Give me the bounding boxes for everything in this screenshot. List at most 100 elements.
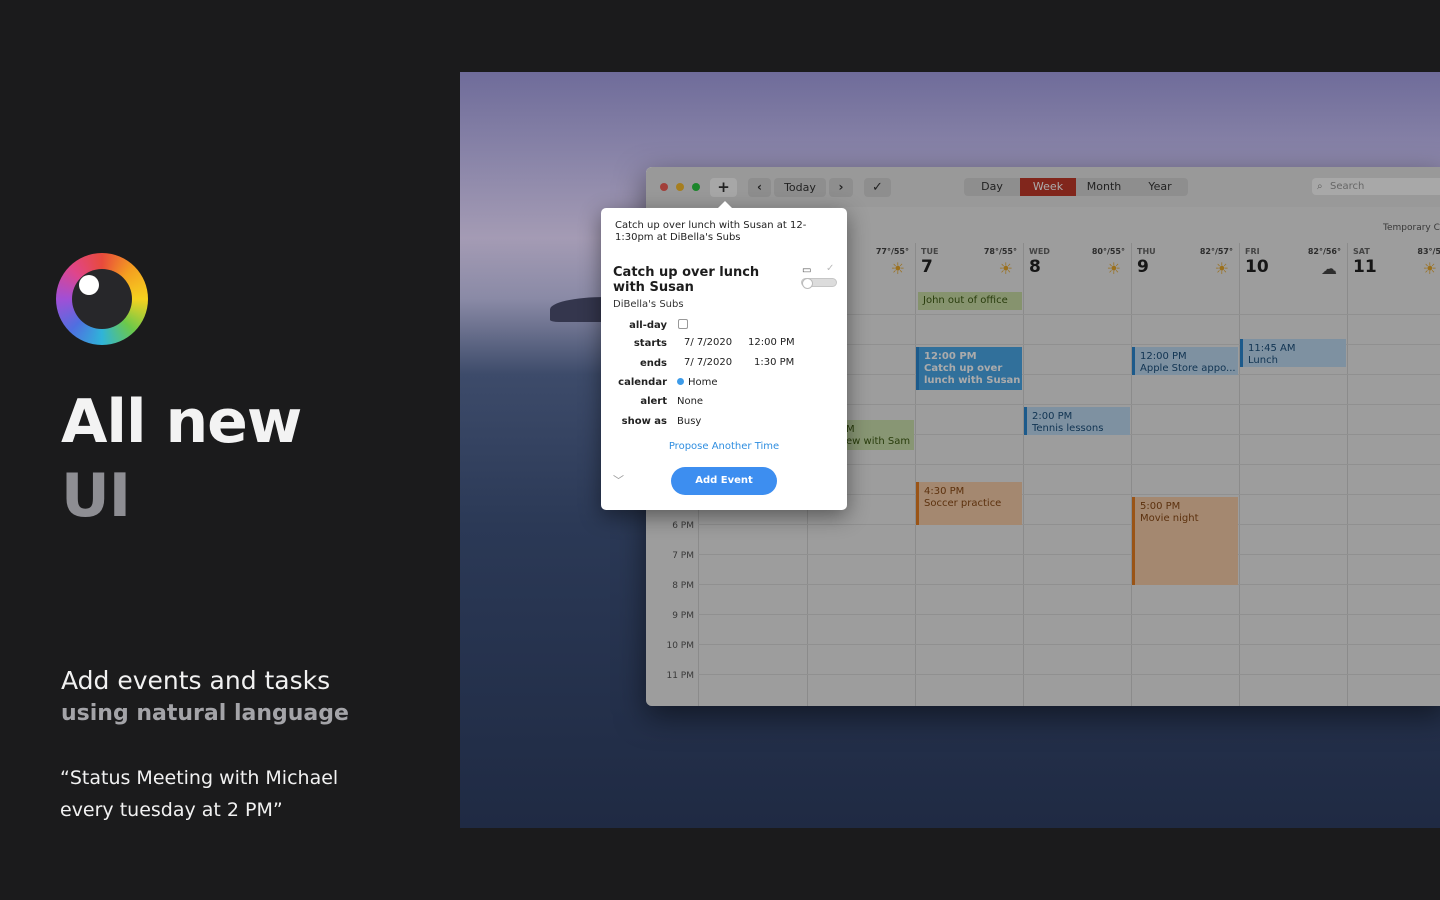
sun-icon: ☀ <box>998 259 1013 278</box>
column-divider <box>915 243 916 706</box>
event-title-cont: lunch with Susan <box>924 375 1021 386</box>
example-quote: “Status Meeting with Michael every tuesd… <box>60 762 430 826</box>
day-number: 7 <box>921 257 933 277</box>
day-number: 8 <box>1029 257 1041 277</box>
toolbar: + ‹ Today › ✓ Day Week Month Year ⌕ Sear… <box>646 167 1440 207</box>
view-month-tab[interactable]: Month <box>1076 178 1132 196</box>
event-tennis[interactable]: 2:00 PM Tennis lessons <box>1024 407 1130 435</box>
event-title-field[interactable]: Catch up over lunch with Susan <box>613 265 763 295</box>
event-title: Movie night <box>1140 513 1199 524</box>
event-time: 11:45 AM <box>1248 343 1296 354</box>
headline-line2: UI <box>61 461 131 531</box>
propose-another-time-link[interactable]: Propose Another Time <box>601 441 847 452</box>
day-name: THU <box>1137 247 1156 256</box>
quote-line1: “Status Meeting with Michael <box>60 767 339 789</box>
headline-line1: All new <box>61 387 302 457</box>
calendar-value: Home <box>688 377 718 388</box>
desktop-screenshot: + ‹ Today › ✓ Day Week Month Year ⌕ Sear… <box>460 72 1440 828</box>
headline: All new UI <box>61 385 302 533</box>
day-name: SAT <box>1353 247 1370 256</box>
day-temperature: 82°/57° <box>1199 247 1233 256</box>
zoom-window-button[interactable] <box>692 183 700 191</box>
sun-icon: ☀ <box>1422 259 1437 278</box>
day-header-fri[interactable]: FRI 10 82°/56° ☁ <box>1239 243 1347 291</box>
search-input[interactable]: ⌕ Search <box>1312 178 1440 195</box>
ends-time-field[interactable]: 1:30 PM <box>754 357 794 368</box>
previous-week-button[interactable]: ‹ <box>748 178 771 197</box>
temporary-calendar-label: Temporary Ca <box>1383 223 1440 233</box>
quote-line2: every tuesday at 2 PM” <box>60 799 283 821</box>
event-time: 4:30 PM <box>924 486 965 497</box>
add-event-submit-button[interactable]: Add Event <box>671 467 777 495</box>
close-window-button[interactable] <box>660 183 668 191</box>
calendar-color-dot <box>677 378 684 385</box>
ends-date-field[interactable]: 7/ 7/2020 <box>684 357 732 368</box>
time-label-9pm: 9 PM <box>672 611 694 621</box>
event-time: 5:00 PM <box>1140 501 1181 512</box>
alert-label: alert <box>640 396 667 407</box>
next-week-button[interactable]: › <box>829 178 853 197</box>
view-year-tab[interactable]: Year <box>1132 178 1188 196</box>
day-header-sat[interactable]: SAT 11 83°/5 ☀ <box>1347 243 1440 291</box>
event-soccer[interactable]: 4:30 PM Soccer practice <box>916 482 1022 525</box>
chevron-down-icon[interactable]: ﹀ <box>613 472 624 488</box>
today-button[interactable]: Today <box>774 178 826 197</box>
starts-label: starts <box>633 338 667 349</box>
day-name: WED <box>1029 247 1050 256</box>
event-apple-store[interactable]: 12:00 PM Apple Store appo... <box>1132 347 1238 375</box>
event-location-field[interactable]: DiBella's Subs <box>613 299 684 310</box>
logo-highlight <box>79 275 99 295</box>
subtitle-line1: Add events and tasks <box>61 666 331 695</box>
event-title: Lunch <box>1248 355 1278 366</box>
event-lunch[interactable]: 11:45 AM Lunch <box>1240 339 1346 367</box>
event-time: 2:00 PM <box>1032 411 1073 422</box>
event-title: Apple Store appo... <box>1140 363 1236 374</box>
calendar-label: calendar <box>618 377 667 388</box>
sun-icon: ☀ <box>890 259 905 278</box>
allday-event-john[interactable]: John out of office <box>918 292 1022 310</box>
day-temperature: 83°/5 <box>1417 247 1440 256</box>
column-divider <box>1347 243 1348 706</box>
event-lunch-susan[interactable]: 12:00 PM Catch up over lunch with Susan <box>916 347 1022 390</box>
starts-time-field[interactable]: 12:00 PM <box>748 337 795 348</box>
alert-select[interactable]: None <box>677 396 703 407</box>
column-divider <box>1239 243 1240 706</box>
calendar-icon[interactable]: ▭ <box>802 265 811 276</box>
event-title: Soccer practice <box>924 498 1002 509</box>
day-temperature: 78°/55° <box>983 247 1017 256</box>
hour-line <box>698 584 1440 585</box>
natural-language-input[interactable]: Catch up over lunch with Susan at 12-1:3… <box>615 220 837 244</box>
time-label-7pm: 7 PM <box>672 551 694 561</box>
event-movie-night[interactable]: 5:00 PM Movie night <box>1132 497 1238 585</box>
starts-date-field[interactable]: 7/ 7/2020 <box>684 337 732 348</box>
event-interview-sam[interactable]: M ew with Sam <box>841 420 914 450</box>
minimize-window-button[interactable] <box>676 183 684 191</box>
event-title: Tennis lessons <box>1032 423 1104 434</box>
day-number: 11 <box>1353 257 1377 277</box>
checkmark-icon[interactable]: ✓ <box>826 263 834 274</box>
add-event-button[interactable]: + <box>710 178 737 197</box>
search-placeholder: Search <box>1330 181 1365 192</box>
allday-checkbox[interactable] <box>678 319 688 329</box>
show-as-select[interactable]: Busy <box>677 416 701 427</box>
day-number: 10 <box>1245 257 1269 277</box>
show-as-label: show as <box>621 416 667 427</box>
day-header-thu[interactable]: THU 9 82°/57° ☀ <box>1131 243 1239 291</box>
tasks-button[interactable]: ✓ <box>864 178 891 197</box>
view-day-tab[interactable]: Day <box>964 178 1020 196</box>
allday-label: all-day <box>629 320 667 331</box>
quick-add-popover: Catch up over lunch with Susan at 12-1:3… <box>601 201 847 510</box>
subtitle-line2: using natural language <box>61 701 349 726</box>
hour-line <box>698 524 1440 525</box>
day-header-tue[interactable]: TUE 7 78°/55° ☀ <box>915 243 1023 291</box>
day-temperature: 80°/55° <box>1091 247 1125 256</box>
event-time: 12:00 PM <box>1140 351 1187 362</box>
event-title: Catch up over <box>924 363 1003 374</box>
cloud-icon: ☁ <box>1321 259 1337 278</box>
calendar-select[interactable]: Home <box>677 377 718 388</box>
hour-line <box>698 674 1440 675</box>
column-divider <box>1131 243 1132 706</box>
day-header-wed[interactable]: WED 8 80°/55° ☀ <box>1023 243 1131 291</box>
view-week-tab[interactable]: Week <box>1020 178 1076 196</box>
task-toggle[interactable] <box>801 278 837 289</box>
